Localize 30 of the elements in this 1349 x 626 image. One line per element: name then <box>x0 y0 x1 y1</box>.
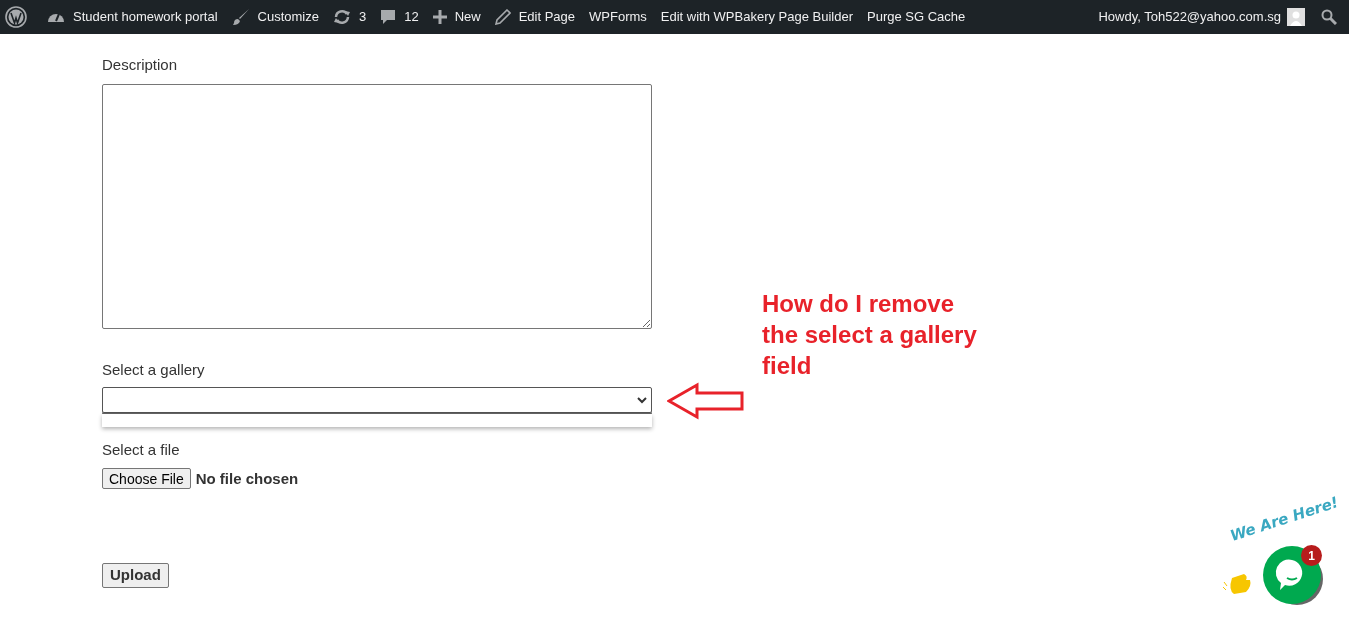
annotation-text: How do I remove the select a gallery field <box>762 289 978 381</box>
pencil-icon <box>494 9 511 25</box>
search-icon[interactable] <box>1321 9 1337 25</box>
field-label: Select a file <box>102 440 180 460</box>
field-label: Description <box>102 55 178 75</box>
toolbar-link[interactable]: Edit Page <box>487 0 583 34</box>
plus-icon <box>432 10 447 24</box>
refresh-icon <box>332 9 351 25</box>
upload-button[interactable]: Upload <box>102 563 169 588</box>
gallery-dropdown[interactable] <box>102 387 652 413</box>
toolbar-link[interactable]: 12 <box>373 0 426 34</box>
notification-badge: 1 <box>1301 545 1322 566</box>
toolbar-link[interactable]: Edit with WPBakery Page Builder <box>653 0 861 34</box>
choose-file-button[interactable]: Choose File <box>102 468 191 490</box>
toolbar-link[interactable]: 3 <box>325 0 374 34</box>
file-status: No file chosen <box>195 468 299 489</box>
field-label: Select a gallery <box>102 359 205 380</box>
toolbar-link[interactable]: Student homework portal <box>40 0 225 34</box>
brush-icon <box>231 8 250 26</box>
toolbar-link[interactable]: New <box>425 0 488 34</box>
description-field[interactable] <box>102 83 652 329</box>
chat-tagline: We Are Here! <box>1227 493 1341 545</box>
account-link[interactable]: Howdy, Toh522@yahoo.com.sg <box>1098 7 1281 27</box>
arrow-icon <box>667 382 745 420</box>
speech-bubble-icon <box>380 9 397 25</box>
toolbar-link[interactable]: Customize <box>224 0 326 34</box>
wordpress-logo-icon[interactable] <box>5 6 27 28</box>
chevron-down-icon <box>637 396 647 404</box>
toolbar-link[interactable]: Purge SG Cache <box>860 0 973 34</box>
toolbar-link[interactable]: WPForms <box>582 0 654 34</box>
